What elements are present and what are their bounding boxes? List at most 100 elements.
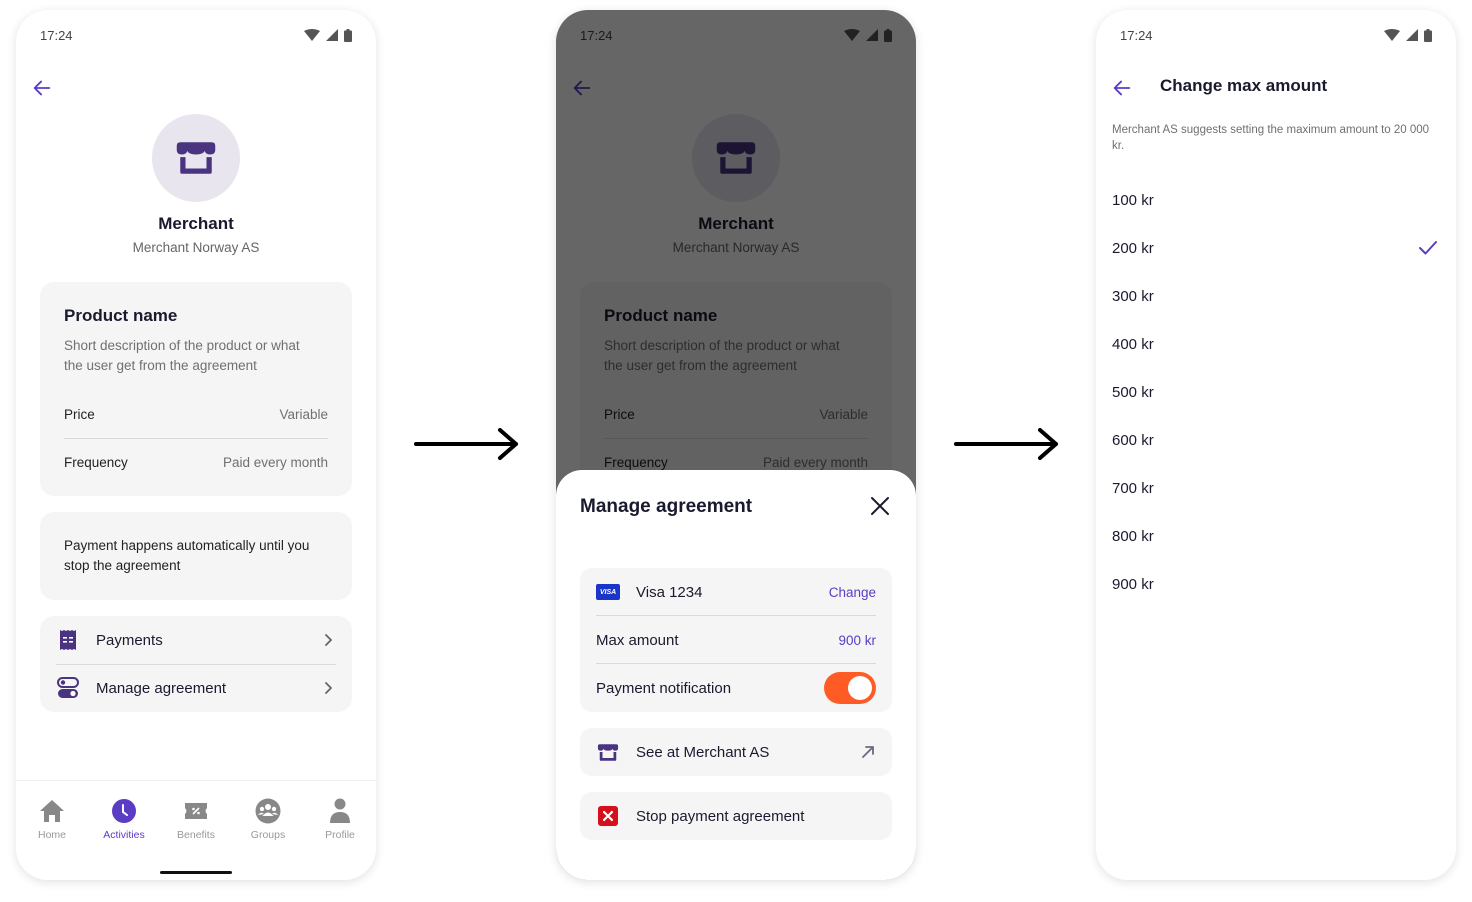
manage-agreement-sheet: Manage agreement VISA Visa 1234 Change M… <box>556 470 916 880</box>
check-slot <box>1416 284 1440 308</box>
screen-agreement-details: 17:24 Merchant Merchant Norway AS Produc… <box>16 10 376 880</box>
checkmark-icon <box>1419 241 1437 255</box>
merchant-legal-name: Merchant Norway AS <box>132 240 260 255</box>
flow-arrow-right-icon <box>414 428 518 460</box>
bottom-nav: Home Activities Benefits Groups Profile <box>16 780 376 880</box>
group-icon <box>255 798 281 824</box>
signal-icon <box>1406 29 1418 41</box>
max-amount-row[interactable]: Max amount 900 kr <box>596 616 876 664</box>
close-icon <box>871 497 889 515</box>
wifi-icon <box>1384 29 1400 41</box>
nav-benefits[interactable]: Benefits <box>160 797 232 841</box>
storefront-icon <box>175 140 217 176</box>
payment-method-row: VISA Visa 1234 Change <box>596 568 876 616</box>
amount-options-list: 100 kr 200 kr 300 kr 400 kr 500 kr 600 k… <box>1096 176 1456 608</box>
payment-notification-toggle[interactable] <box>824 672 876 704</box>
screen-manage-agreement-sheet: 17:24 Merchant Merchant Norway AS Produc… <box>556 10 916 880</box>
menu-item-manage-agreement[interactable]: Manage agreement <box>40 664 352 712</box>
frequency-row: Frequency Paid every month <box>64 455 328 470</box>
check-slot <box>1416 524 1440 548</box>
back-button[interactable] <box>30 76 54 100</box>
stop-payment-agreement-button[interactable]: Stop payment agreement <box>580 792 892 840</box>
home-indicator <box>160 871 232 874</box>
nav-home[interactable]: Home <box>16 797 88 841</box>
agreement-menu: Payments Manage agreement <box>40 616 352 712</box>
page-title: Change max amount <box>1160 76 1328 95</box>
close-button[interactable] <box>868 494 892 518</box>
price-row: Price Variable <box>64 407 328 422</box>
amount-option[interactable]: 300 kr <box>1096 272 1456 320</box>
status-bar: 17:24 <box>40 26 352 44</box>
product-title: Product name <box>64 306 178 325</box>
amount-option-label: 500 kr <box>1112 383 1154 401</box>
merchant-name: Merchant <box>158 214 234 233</box>
see-at-merchant-button[interactable]: See at Merchant AS <box>580 728 892 776</box>
signal-icon <box>326 29 338 41</box>
storefront-icon <box>597 743 619 762</box>
frequency-value: Paid every month <box>222 455 328 470</box>
amount-option-label: 600 kr <box>1112 431 1154 449</box>
amount-option-label: 200 kr <box>1112 239 1154 257</box>
flow-arrow-right-icon <box>954 428 1058 460</box>
max-amount-value: 900 kr <box>838 632 876 648</box>
check-slot <box>1416 476 1440 500</box>
amount-option[interactable]: 600 kr <box>1096 416 1456 464</box>
nav-label: Profile <box>325 829 355 841</box>
back-button[interactable] <box>1110 76 1134 100</box>
nav-profile[interactable]: Profile <box>304 797 376 841</box>
amount-option-selected[interactable]: 200 kr <box>1096 224 1456 272</box>
payment-notification-row: Payment notification <box>596 664 876 712</box>
page-description: Merchant AS suggests setting the maximum… <box>1112 124 1430 152</box>
info-text: Payment happens automatically until you … <box>64 538 310 573</box>
amount-option-label: 800 kr <box>1112 527 1154 545</box>
price-label: Price <box>64 407 95 422</box>
nav-label: Groups <box>250 829 286 841</box>
amount-option[interactable]: 900 kr <box>1096 560 1456 608</box>
check-slot <box>1416 236 1440 260</box>
status-time: 17:24 <box>1120 27 1153 43</box>
nav-activities[interactable]: Activities <box>88 797 160 841</box>
stop-payment-agreement-label: Stop payment agreement <box>636 807 805 825</box>
sheet-title: Manage agreement <box>580 496 753 517</box>
ticket-icon <box>185 803 207 819</box>
change-payment-method-link[interactable]: Change <box>829 585 876 600</box>
info-card: Payment happens automatically until you … <box>40 512 352 600</box>
chevron-right-icon <box>320 680 336 696</box>
check-slot <box>1416 428 1440 452</box>
agreement-settings-card: VISA Visa 1234 Change Max amount 900 kr … <box>580 568 892 712</box>
amount-option-label: 900 kr <box>1112 575 1154 593</box>
frequency-label: Frequency <box>64 455 128 470</box>
amount-option[interactable]: 100 kr <box>1096 176 1456 224</box>
clock-icon <box>112 799 136 823</box>
product-card: Product name Short description of the pr… <box>40 282 352 496</box>
status-time: 17:24 <box>40 27 73 43</box>
receipt-icon <box>56 628 80 652</box>
nav-label: Activities <box>103 829 145 841</box>
battery-icon <box>344 28 352 42</box>
amount-option-label: 100 kr <box>1112 191 1154 209</box>
amount-option-label: 700 kr <box>1112 479 1154 497</box>
product-description: Short description of the product or what… <box>64 338 300 373</box>
nav-groups[interactable]: Groups <box>232 797 304 841</box>
person-icon <box>330 798 350 823</box>
amount-option[interactable]: 800 kr <box>1096 512 1456 560</box>
menu-item-payments[interactable]: Payments <box>40 616 352 664</box>
home-icon <box>40 800 64 822</box>
nav-label: Benefits <box>177 829 215 841</box>
nav-label: Home <box>37 829 66 841</box>
screen-change-max-amount: 17:24 Change max amount Merchant AS sugg… <box>1096 10 1456 880</box>
price-value: Variable <box>279 407 328 422</box>
amount-option[interactable]: 700 kr <box>1096 464 1456 512</box>
max-amount-label: Max amount <box>596 631 679 649</box>
check-slot <box>1416 380 1440 404</box>
close-square-icon <box>598 806 618 826</box>
check-slot <box>1416 332 1440 356</box>
menu-item-label: Payments <box>96 631 163 649</box>
amount-option[interactable]: 500 kr <box>1096 368 1456 416</box>
amount-option[interactable]: 400 kr <box>1096 320 1456 368</box>
status-bar: 17:24 <box>1120 26 1432 44</box>
external-arrow-icon <box>862 746 874 758</box>
arrow-left-icon <box>31 77 53 99</box>
check-slot <box>1416 572 1440 596</box>
see-at-merchant-label: See at Merchant AS <box>636 743 770 761</box>
